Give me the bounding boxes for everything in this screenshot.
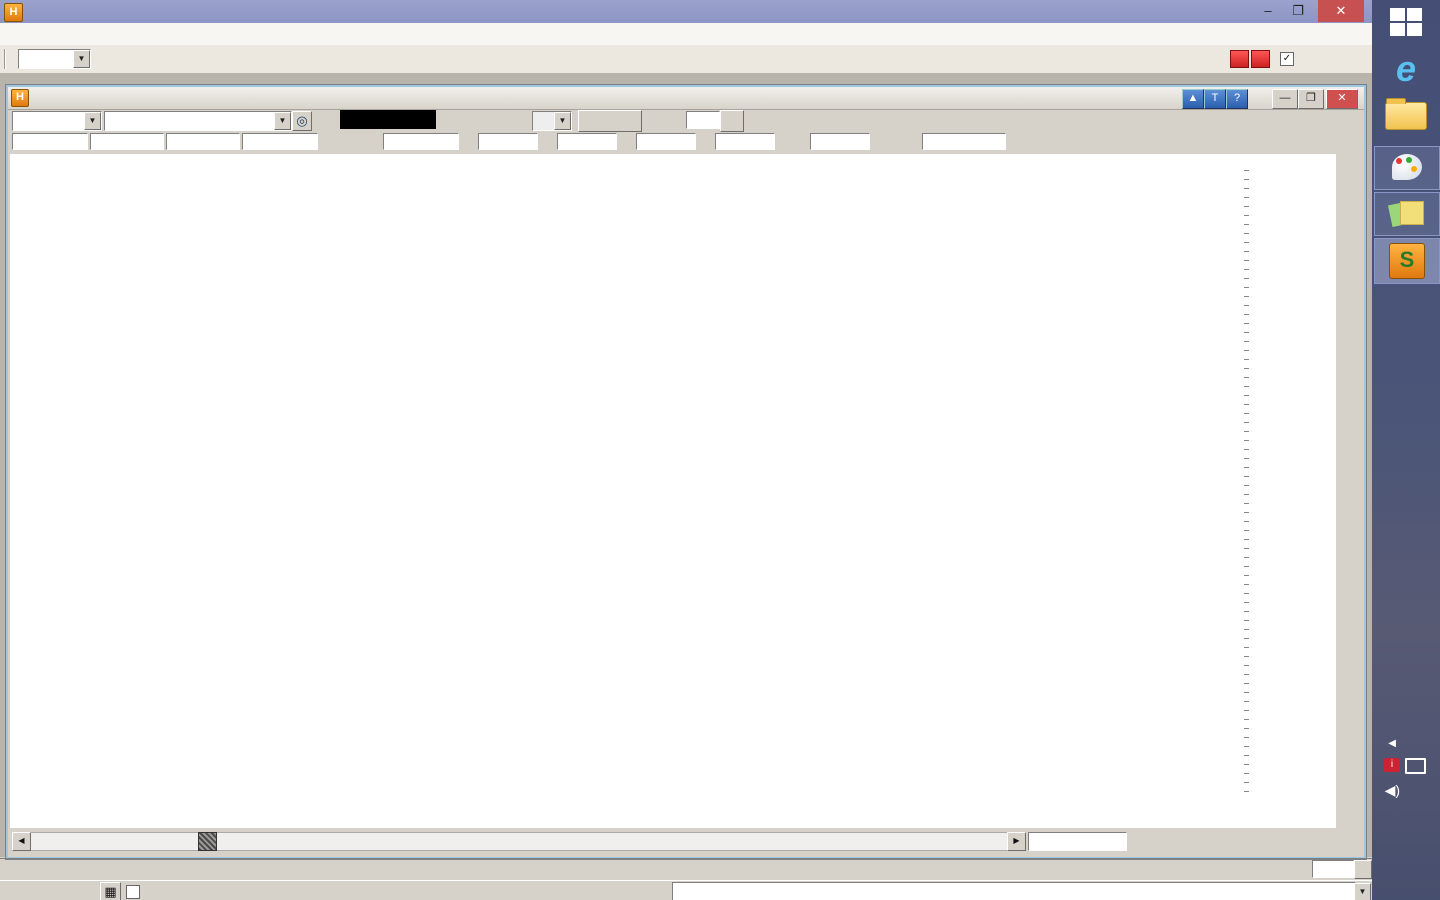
quote-change xyxy=(166,133,240,150)
view-count-box xyxy=(1028,832,1127,851)
child-minimize-button[interactable]: — xyxy=(1272,89,1298,109)
help-icon[interactable]: ? xyxy=(1226,89,1248,109)
desktop: H – ❐ ✕ ▼ ✓ H ▲ T ? — ❐ ✕ ▼ ▼ ◎ ▼ ◀ ▶ ▦ … xyxy=(0,0,1440,900)
pane-up-icon[interactable]: ▲ xyxy=(1182,89,1204,109)
scroll-left-icon[interactable]: ◀ xyxy=(12,832,31,851)
quote-close xyxy=(715,133,775,150)
restore-button[interactable]: ❐ xyxy=(1284,0,1312,22)
menu-bar xyxy=(0,23,1372,46)
child-close-button[interactable]: ✕ xyxy=(1326,89,1358,109)
chevron-down-icon: ▼ xyxy=(274,112,291,130)
quote-time xyxy=(12,133,88,150)
stock-query-go-button[interactable] xyxy=(1354,860,1372,879)
windows-start-icon[interactable] xyxy=(1374,8,1438,36)
text-tool-icon[interactable]: T xyxy=(1204,89,1226,109)
notes-app-icon[interactable] xyxy=(1374,192,1440,236)
screen-code-combo[interactable]: ▼ xyxy=(18,49,91,69)
search-icon: ◎ xyxy=(296,113,308,128)
y-axis-ticks xyxy=(1244,170,1249,800)
tray-expand-icon[interactable]: ◀ xyxy=(1388,738,1396,749)
jihsun-hts-window: H – ❐ ✕ ▼ ✓ H ▲ T ? — ❐ ✕ ▼ ▼ ◎ ▼ ◀ ▶ ▦ … xyxy=(0,0,1374,900)
nav-forward-button[interactable] xyxy=(1251,50,1270,68)
file-explorer-icon[interactable] xyxy=(1374,98,1438,130)
nav-back-button[interactable] xyxy=(1230,50,1249,68)
quote-price xyxy=(90,133,164,150)
app-logo-icon: H xyxy=(4,3,23,22)
chart-bottom-bar: ◀ ▶ xyxy=(0,830,1372,854)
scrollbar-thumb[interactable] xyxy=(198,832,217,851)
chart-controls-row: ▼ ▼ ◎ ▼ xyxy=(0,108,1372,134)
technical-chart[interactable] xyxy=(12,154,1242,806)
chart-scrollbar[interactable] xyxy=(12,832,1026,851)
previous-button[interactable] xyxy=(578,110,642,132)
quote-row xyxy=(0,133,1372,153)
main-toolbar: ▼ ✓ xyxy=(0,45,1372,74)
quote-high xyxy=(557,133,617,150)
tray-alert-icon[interactable]: i xyxy=(1384,758,1400,772)
unit-button[interactable] xyxy=(720,110,744,132)
chart-window-titlebar: H ▲ T ? — ❐ ✕ xyxy=(8,87,1364,110)
jihsun-app-icon[interactable]: S xyxy=(1374,238,1440,284)
stock-query-input[interactable] xyxy=(1312,860,1354,878)
network-icon[interactable] xyxy=(1405,758,1426,774)
quote-volume xyxy=(922,133,1006,150)
status-bar: ▦ ▼ xyxy=(0,880,1372,900)
chevron-down-icon[interactable]: ▼ xyxy=(1354,883,1371,900)
volume-icon[interactable]: ◀) xyxy=(1385,782,1400,799)
windows-taskbar: e S ◀ i ◀) xyxy=(1372,0,1440,900)
quote-date xyxy=(383,133,459,150)
tab-strip xyxy=(0,858,1372,879)
close-button[interactable]: ✕ xyxy=(1318,0,1364,22)
series-type-combo[interactable]: ▼ xyxy=(12,111,102,131)
chevron-down-icon[interactable]: ▼ xyxy=(73,50,90,68)
quote-net-change xyxy=(810,133,870,150)
app-titlebar: H – ❐ ✕ xyxy=(0,0,1372,23)
symbol-combo[interactable]: ▼ xyxy=(104,111,292,131)
interval-combo[interactable]: ▼ xyxy=(532,111,572,131)
internet-explorer-icon[interactable]: e xyxy=(1374,48,1438,90)
chart-window-icon: H xyxy=(11,89,29,107)
child-restore-button[interactable]: ❐ xyxy=(1298,89,1324,109)
paint-app-icon[interactable] xyxy=(1374,146,1440,190)
quote-open xyxy=(478,133,538,150)
status-extra-combo[interactable] xyxy=(672,882,1356,900)
symbol-banner xyxy=(340,110,436,129)
data-count-input[interactable] xyxy=(686,111,720,129)
status-checkbox[interactable] xyxy=(126,885,140,899)
lock-icon[interactable]: ▦ xyxy=(100,882,121,900)
chevron-down-icon: ▼ xyxy=(84,112,101,130)
symbol-search-button[interactable]: ◎ xyxy=(292,111,312,131)
x-axis xyxy=(12,810,1242,828)
minimize-button[interactable]: – xyxy=(1254,0,1282,22)
save-password-checkbox[interactable]: ✓ xyxy=(1280,52,1294,66)
scroll-right-icon[interactable]: ▶ xyxy=(1007,832,1026,851)
quote-total-volume xyxy=(242,133,318,150)
quote-low xyxy=(636,133,696,150)
